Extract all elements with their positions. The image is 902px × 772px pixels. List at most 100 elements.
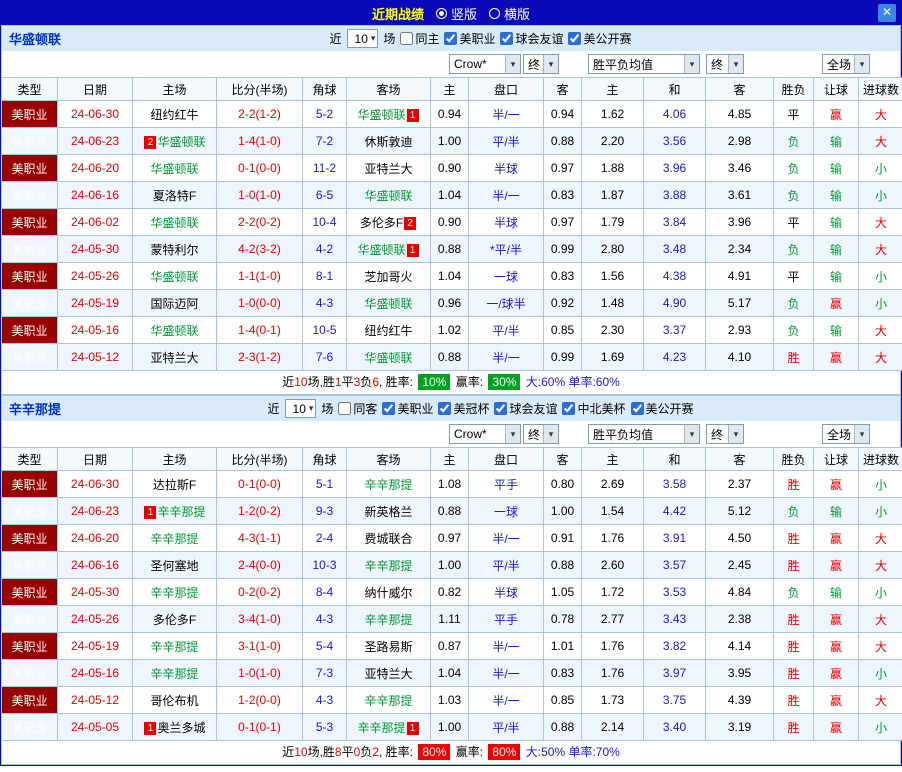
date-cell: 24-06-30 [57,100,133,128]
horizontal-layout-radio[interactable]: 横版 [489,4,530,23]
handicap-result-cell: 赢 [813,659,859,687]
handicap-result-cell: 赢 [813,343,859,371]
bookmaker-dropdown[interactable]: Crow* ▾ [449,424,521,444]
match-row: 美职业 24-06-23 1 辛辛那提 1-2(0-2) 9-3 新英格兰 0.88 一球 1.0… [1,497,902,525]
summary-text: 10 [294,745,308,759]
filter-checkbox-0[interactable]: 同主 [400,30,439,47]
summary-text: 大:50% 单率:70% [522,745,620,759]
bookmaker-dropdown[interactable]: Crow* ▾ [449,54,521,74]
checkbox-input[interactable] [438,402,452,415]
filter-checkbox-4[interactable]: 中北美杯 [562,400,626,417]
league-cell: 美职业 [1,713,58,741]
summary-bar: 近10场,胜1平3负6, 胜率: 10% 赢率: 30% 大:60% 单率:60… [1,371,901,395]
vertical-layout-radio[interactable]: 竖版 [435,4,477,23]
final-odds-dropdown[interactable]: 终 ▾ [523,54,559,74]
score-cell: 1-0(1-0) [216,181,303,209]
goals-cell: 大 [858,343,902,371]
checkbox-input[interactable] [382,402,396,415]
team-name-text: 华盛顿联 [150,323,199,338]
chevron-down-icon: ▾ [308,403,314,413]
filter-checkbox-2[interactable]: 美冠杯 [438,400,489,417]
handicap-result-cell: 输 [813,235,859,263]
league-cell: 美职业 [1,127,58,155]
filter-checkbox-3[interactable]: 美公开赛 [568,30,632,47]
avg-away-cell: 2.98 [705,127,774,155]
result-cell: 负 [773,497,814,525]
odds-away-cell: 0.83 [543,262,582,290]
matches-label: 场 [321,402,334,416]
goals-cell: 大 [858,686,902,714]
odds-away-cell: 0.78 [543,605,582,633]
checkbox-label: 同客 [353,402,378,416]
odds-home-cell: 0.88 [430,343,469,371]
checkbox-input[interactable] [338,402,352,415]
match-count-select[interactable]: 10 ▾ [346,29,379,48]
checkbox-label: 同主 [415,32,440,46]
checkbox-input[interactable] [494,402,508,415]
avg-draw-cell: 3.84 [643,208,706,236]
avg-final-dropdown[interactable]: 终 ▾ [706,424,744,444]
home-team-cell: 夏洛特F [132,181,217,209]
team-name-text: 圣何塞地 [150,558,199,573]
checkbox-input[interactable] [444,32,458,45]
summary-text: 大:60% 单率:60% [522,375,620,389]
team-name-text: 华盛顿联 [357,107,406,122]
result-cell: 负 [773,316,814,344]
checkbox-input[interactable] [500,32,514,45]
avg-odds-dropdown[interactable]: 胜平负均值 ▾ [588,54,700,74]
checkbox-input[interactable] [568,32,582,45]
odds-away-cell: 0.88 [543,713,582,741]
avg-odds-dropdown[interactable]: 胜平负均值 ▾ [588,424,700,444]
summary-text: 6 [372,375,379,389]
team-section: 华盛顿联 近 10 ▾ 场同主 美职业 球会友谊 美公开赛 Crow* ▾ 终 ▾ 胜平负均值 ▾ 终 ▾… [1,25,902,395]
team-name-text: 多伦多F [359,215,404,230]
checkbox-input[interactable] [400,32,414,45]
league-cell: 美职业 [1,343,58,371]
corner-cell: 10-4 [302,208,347,236]
goals-cell: 大 [858,208,902,236]
team-name-text: 国际迈阿 [150,296,199,311]
result-cell: 负 [773,181,814,209]
odds-away-cell: 1.05 [543,578,582,606]
date-cell: 24-05-16 [57,316,133,344]
handicap-result-cell: 输 [813,262,859,290]
red-card-badge: 2 [144,135,157,149]
score-cell: 2-3(1-2) [216,343,303,371]
scope-dropdown[interactable]: 全场 ▾ [822,54,870,74]
avg-final-dropdown[interactable]: 终 ▾ [706,54,744,74]
filter-checkbox-0[interactable]: 同客 [338,400,377,417]
filter-checkbox-3[interactable]: 球会友谊 [494,400,557,417]
filter-checkbox-1[interactable]: 美职业 [444,30,495,47]
checkbox-input[interactable] [630,402,644,415]
home-team-cell: 多伦多F [132,605,217,633]
score-cell: 0-1(0-1) [216,713,303,741]
filter-checkbox-2[interactable]: 球会友谊 [500,30,563,47]
filter-checkbox-5[interactable]: 美公开赛 [630,400,694,417]
result-cell: 胜 [773,659,814,687]
radio-selected-icon [435,7,447,19]
close-button[interactable]: ✕ [878,4,896,22]
odds-away-cell: 0.91 [543,524,582,552]
odds-home-cell: 0.88 [430,497,469,525]
final-odds-dropdown[interactable]: 终 ▾ [523,424,559,444]
column-header: 主 [430,77,469,101]
column-header: 类型 [1,77,58,101]
corner-cell: 9-3 [302,497,347,525]
date-cell: 24-05-12 [57,686,133,714]
scope-dropdown[interactable]: 全场 ▾ [822,424,870,444]
goals-cell: 大 [858,127,902,155]
avg-home-cell: 1.69 [581,343,644,371]
match-count-select[interactable]: 10 ▾ [284,399,317,418]
avg-home-cell: 2.20 [581,127,644,155]
home-team-cell: 蒙特利尔 [132,235,217,263]
odds-home-cell: 1.00 [430,551,469,579]
odds-home-cell: 0.90 [430,154,469,182]
filter-checkbox-1[interactable]: 美职业 [382,400,433,417]
score-cell: 3-1(1-0) [216,632,303,660]
avg-draw-cell: 3.96 [643,154,706,182]
team-name-text: 辛辛那提 [150,639,199,654]
team-name-text: 新英格兰 [364,504,413,519]
column-header: 主场 [132,447,217,471]
handicap-cell: 一球 [468,497,544,525]
checkbox-input[interactable] [562,402,576,415]
